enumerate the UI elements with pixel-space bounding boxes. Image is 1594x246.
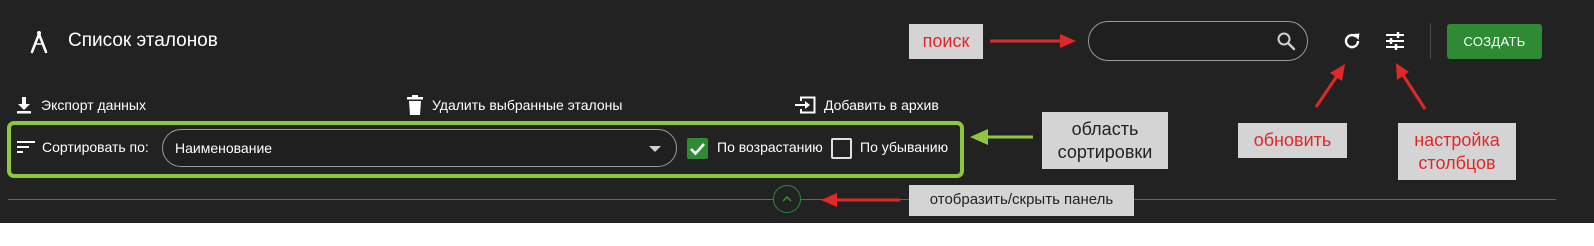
search-field[interactable]	[1088, 21, 1308, 61]
sort-field-select[interactable]: Наименование	[162, 129, 677, 167]
sort-icon	[17, 141, 35, 153]
descending-label[interactable]: По убыванию	[860, 139, 948, 155]
export-data-label: Экспорт данных	[41, 97, 146, 113]
ascending-checkbox[interactable]	[687, 138, 708, 159]
refresh-icon[interactable]	[1341, 30, 1363, 52]
search-icon[interactable]	[1276, 31, 1296, 51]
chevron-up-icon	[782, 195, 792, 202]
descending-checkbox[interactable]	[831, 138, 852, 159]
annotation-refresh: обновить	[1238, 123, 1347, 158]
delete-selected-label: Удалить выбранные эталоны	[432, 97, 623, 113]
ascending-label[interactable]: По возрастанию	[717, 139, 823, 155]
toggle-panel-button[interactable]	[773, 185, 801, 213]
header-divider	[1430, 23, 1431, 59]
archive-enter-icon	[795, 96, 816, 114]
trash-icon	[407, 95, 423, 115]
add-to-archive-button[interactable]: Добавить в архив	[794, 95, 939, 115]
create-button[interactable]: СОЗДАТЬ	[1447, 24, 1542, 59]
annotation-toggle-panel: отобразить/скрыть панель	[909, 185, 1134, 216]
check-icon	[690, 143, 705, 156]
sort-field-value: Наименование	[175, 140, 273, 156]
tune-icon[interactable]	[1383, 29, 1407, 53]
page-title: Список эталонов	[68, 30, 218, 51]
sort-by-label: Сортировать по:	[42, 139, 149, 155]
add-to-archive-label: Добавить в архив	[824, 97, 939, 113]
chevron-down-icon	[649, 146, 661, 152]
compass-icon	[30, 31, 48, 54]
export-data-button[interactable]: Экспорт данных	[15, 95, 146, 115]
annotation-columns: настройка столбцов	[1398, 123, 1516, 180]
delete-selected-button[interactable]: Удалить выбранные эталоны	[406, 95, 622, 115]
annotation-search: поиск	[909, 24, 983, 59]
download-icon	[17, 97, 31, 114]
annotation-sort-area: область сортировки	[1042, 112, 1168, 169]
search-input[interactable]	[1103, 30, 1277, 54]
